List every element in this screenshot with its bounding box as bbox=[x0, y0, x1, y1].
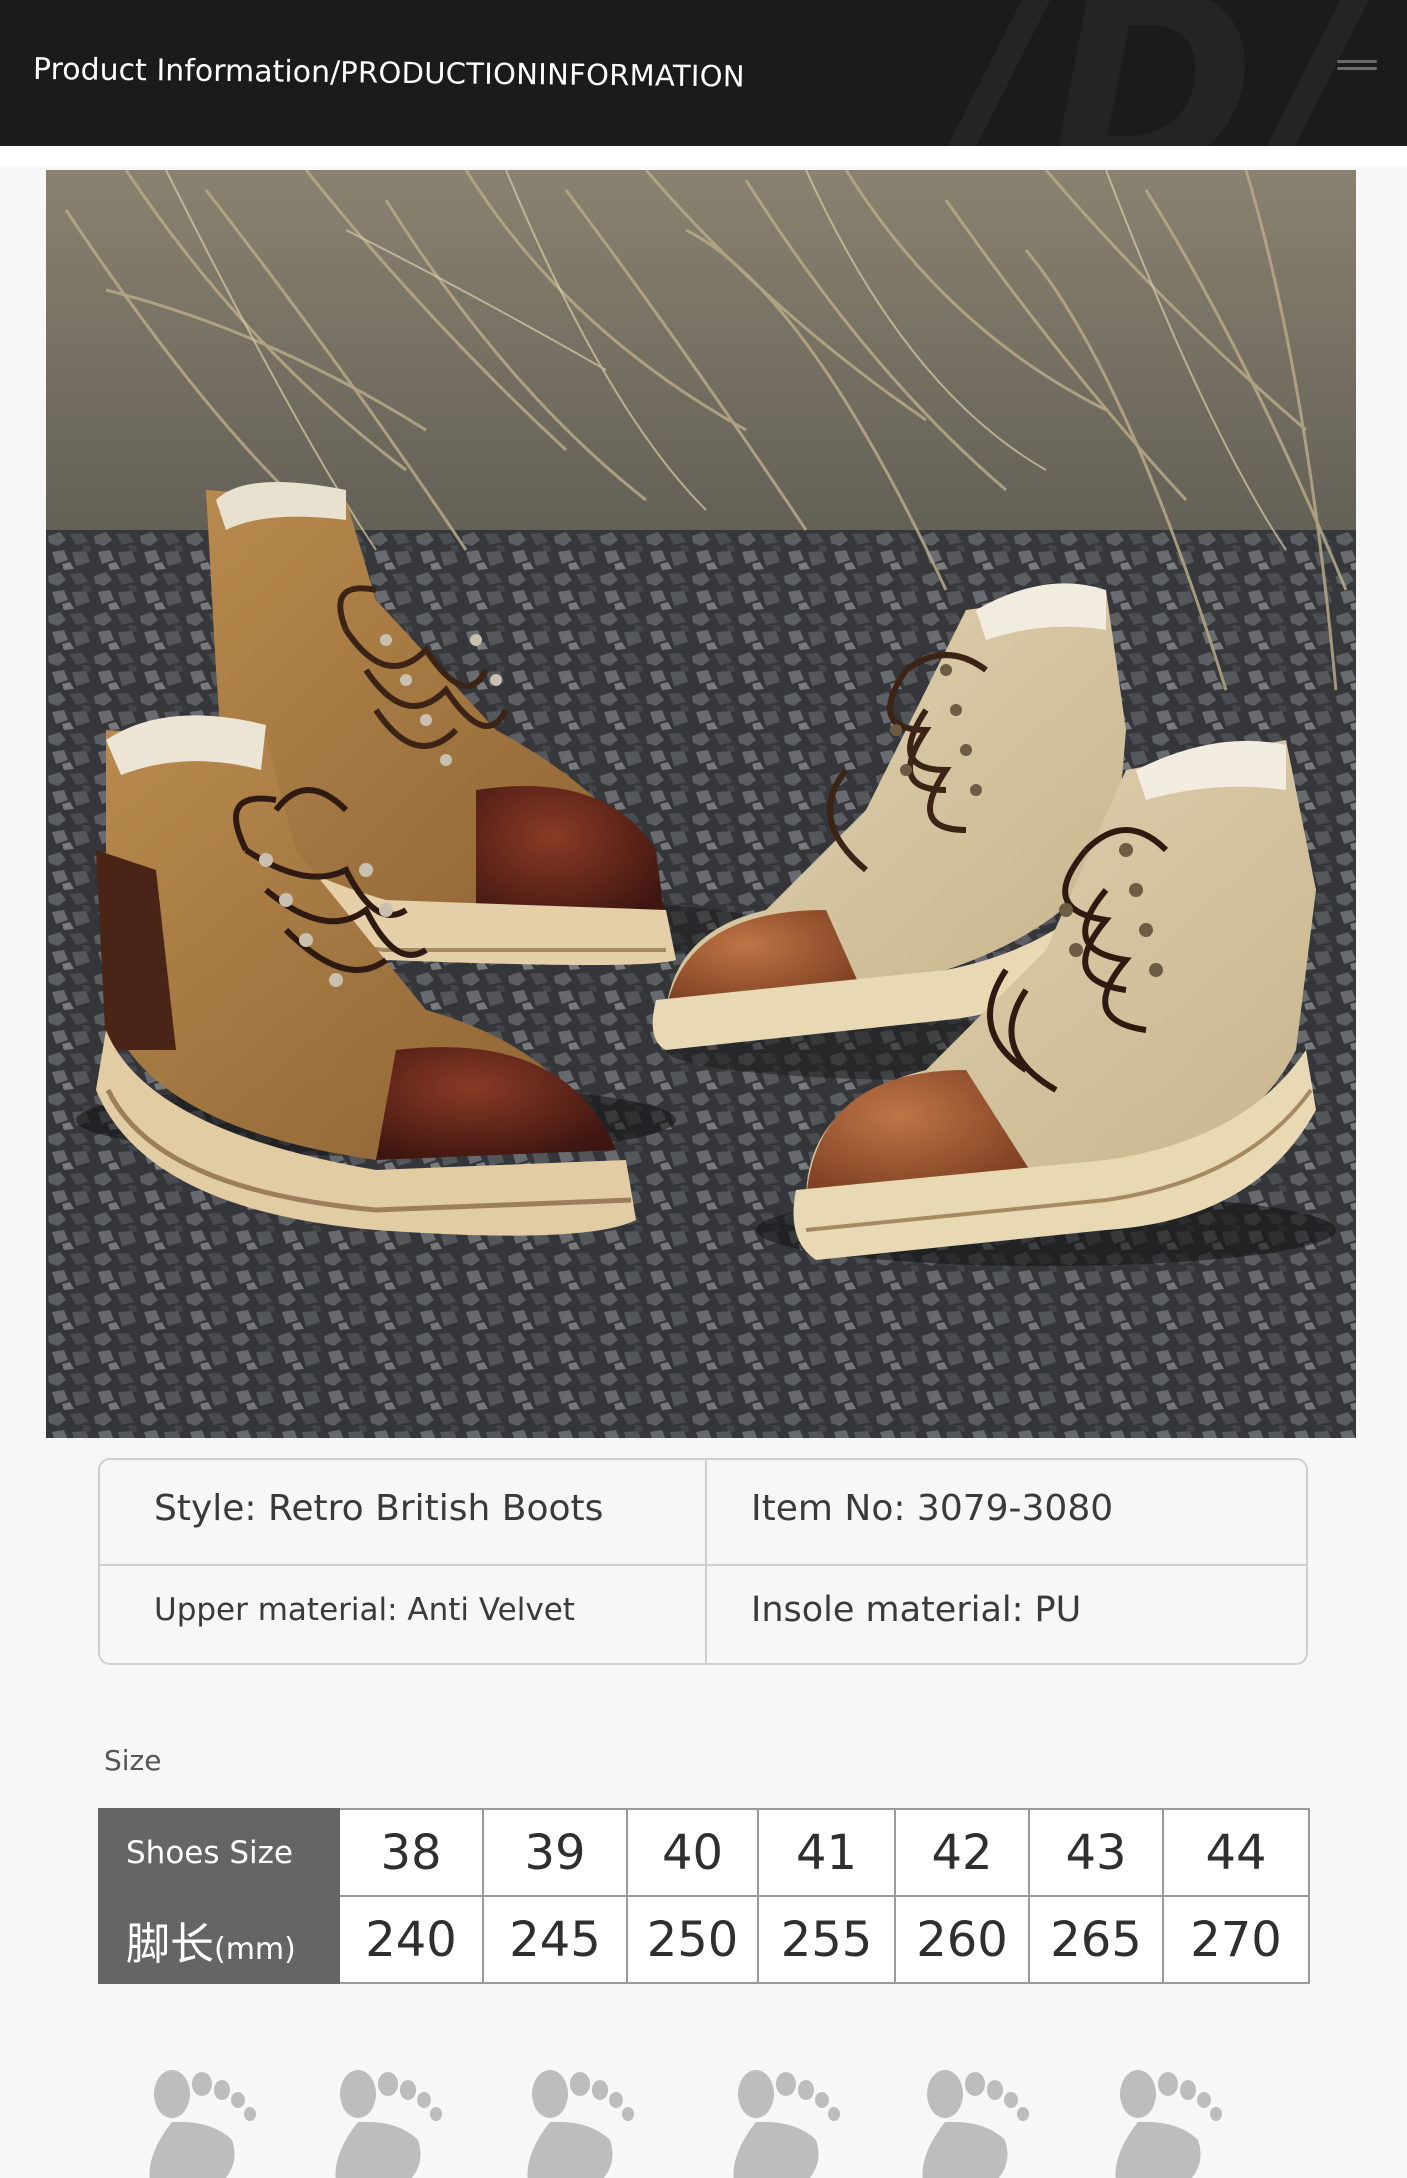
foot-length-header: 脚长(mm) bbox=[98, 1895, 340, 1984]
spec-item-no: Item No: 3079-3080 bbox=[751, 1488, 1114, 1529]
footprint-icon bbox=[922, 2070, 1029, 2178]
spec-style: Style: Retro British Boots bbox=[154, 1488, 604, 1529]
shoe-size-header: Shoes Size bbox=[98, 1808, 340, 1897]
footprint-icon bbox=[733, 2070, 840, 2178]
size-cell: 39 bbox=[482, 1808, 628, 1897]
foot-length-row: 脚长(mm) 240 245 250 255 260 265 270 bbox=[98, 1895, 1310, 1984]
length-cell: 260 bbox=[894, 1895, 1030, 1984]
size-cell: 43 bbox=[1028, 1808, 1164, 1897]
size-cell: 41 bbox=[757, 1808, 896, 1897]
spec-divider-vertical bbox=[705, 1460, 707, 1663]
spec-divider-horizontal bbox=[100, 1564, 1306, 1566]
spec-upper-material: Upper material: Anti Velvet bbox=[154, 1592, 575, 1628]
size-row: Shoes Size 38 39 40 41 42 43 44 bbox=[98, 1808, 1310, 1897]
length-cell: 240 bbox=[338, 1895, 484, 1984]
footprint-icon bbox=[527, 2070, 634, 2178]
size-cell: 38 bbox=[338, 1808, 484, 1897]
footprint-icon bbox=[335, 2070, 442, 2178]
menu-icon[interactable] bbox=[1337, 60, 1377, 82]
length-cell: 270 bbox=[1162, 1895, 1310, 1984]
size-cell: 42 bbox=[894, 1808, 1030, 1897]
footprints-row bbox=[0, 2060, 1407, 2178]
length-cell: 255 bbox=[757, 1895, 896, 1984]
length-cell: 245 bbox=[482, 1895, 628, 1984]
header-watermark: /D/ bbox=[946, 0, 1367, 146]
foot-length-header-main: 脚长 bbox=[126, 1918, 214, 1970]
footprint-icon bbox=[1115, 2070, 1222, 2178]
size-table: Shoes Size 38 39 40 41 42 43 44 脚长(mm) 2… bbox=[98, 1808, 1310, 1984]
spec-table: Style: Retro British Boots Item No: 3079… bbox=[98, 1458, 1308, 1665]
footprint-icon bbox=[149, 2070, 256, 2178]
length-cell: 250 bbox=[626, 1895, 759, 1984]
title-sub: PRODUCTIONINFORMATION bbox=[340, 55, 746, 94]
product-page: /D/ Product Information/PRODUCTIONINFORM… bbox=[0, 0, 1407, 2178]
size-section-label: Size bbox=[104, 1744, 162, 1777]
size-cell: 40 bbox=[626, 1808, 759, 1897]
title-main: Product Information/ bbox=[32, 52, 341, 91]
product-photo bbox=[46, 170, 1356, 1438]
foot-length-header-unit: (mm) bbox=[214, 1931, 296, 1967]
page-header: /D/ Product Information/PRODUCTIONINFORM… bbox=[0, 0, 1407, 146]
header-divider bbox=[0, 146, 1407, 166]
size-cell: 44 bbox=[1162, 1808, 1310, 1897]
page-title: Product Information/PRODUCTIONINFORMATIO… bbox=[33, 52, 745, 94]
length-cell: 265 bbox=[1028, 1895, 1164, 1984]
spec-insole-material: Insole material: PU bbox=[751, 1590, 1082, 1630]
